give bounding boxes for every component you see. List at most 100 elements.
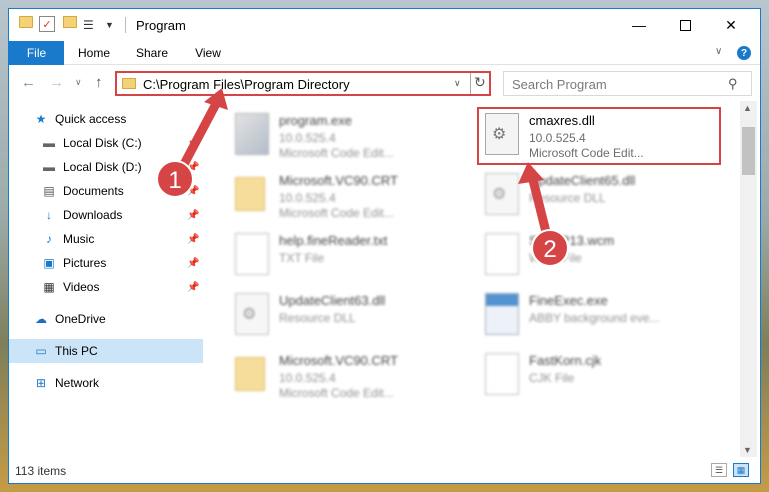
network-icon: ⊞ — [35, 376, 47, 390]
address-bar[interactable]: C:\Program Files\Program Directory ∨ ↻ — [115, 71, 491, 96]
up-arrow-icon[interactable]: ↑ — [95, 74, 103, 91]
search-placeholder: Search Program — [512, 77, 607, 92]
sidebar-item-network[interactable]: ⊞ Network — [9, 371, 203, 395]
file-item[interactable]: Microsoft.VC90.CRT 10.0.525.4 Microsoft … — [227, 347, 477, 403]
new-folder-icon[interactable] — [63, 16, 77, 28]
minimize-button[interactable]: — — [616, 9, 662, 41]
sidebar-item-music[interactable]: ♪ Music 📌 — [9, 227, 203, 251]
navigation-bar: ← → ∨ ↑ C:\Program Files\Program Directo… — [9, 66, 760, 100]
file-name: UpdateClient65.dll — [529, 173, 636, 188]
scroll-down-icon[interactable]: ▼ — [743, 445, 752, 455]
folder-icon — [235, 177, 265, 211]
file-detail: Microsoft Code Edit... — [279, 206, 394, 220]
sidebar-item-videos[interactable]: ▦ Videos 📌 — [9, 275, 203, 299]
sidebar-item-quick-access[interactable]: ★ Quick access — [9, 107, 203, 131]
pictures-icon: ▣ — [43, 256, 55, 270]
navigation-pane: ★ Quick access ▬ Local Disk (C:) 📌 ▬ Loc… — [9, 101, 205, 457]
forward-arrow-icon[interactable]: → — [49, 74, 64, 91]
file-name: SWMP13.wcm — [529, 233, 615, 248]
scroll-thumb[interactable] — [742, 127, 755, 175]
file-name: Microsoft.VC90.CRT — [279, 353, 398, 368]
address-dropdown-icon[interactable]: ∨ — [454, 78, 461, 89]
sidebar-item-label: OneDrive — [55, 312, 106, 326]
file-item[interactable]: FastKorn.cjk CJK File — [477, 347, 727, 403]
quick-access-dropdown-icon[interactable]: ▼ — [105, 16, 115, 34]
refresh-icon[interactable]: ↻ — [474, 74, 486, 91]
ribbon-tabs: File Home Share View ∨ ? — [9, 41, 760, 65]
drive-icon: ▬ — [43, 160, 55, 174]
highlight-box — [477, 107, 721, 165]
customize-icon[interactable]: ☰ — [83, 16, 103, 34]
file-detail: Resource DLL — [279, 311, 356, 325]
details-view-icon[interactable]: ☰ — [711, 463, 727, 477]
search-icon[interactable]: ⚲ — [728, 76, 738, 92]
explorer-window: ✓ ☰ ▼ Program — ✕ File Home Share View ∨… — [8, 8, 761, 484]
sidebar-item-label: Documents — [63, 184, 124, 198]
sidebar-item-label: This PC — [55, 344, 98, 358]
file-item[interactable]: help.fineReader.txt TXT File — [227, 227, 477, 283]
file-detail: 10.0.525.4 — [279, 191, 336, 205]
sidebar-item-label: Downloads — [63, 208, 123, 222]
folder-icon[interactable] — [19, 16, 33, 28]
file-name: FastKorn.cjk — [529, 353, 602, 368]
exe-icon — [235, 113, 269, 155]
pin-icon: 📌 — [187, 281, 200, 293]
text-file-icon — [235, 233, 269, 275]
maximize-button[interactable] — [662, 9, 708, 41]
address-separator — [470, 73, 471, 94]
item-count: 113 items — [15, 464, 67, 478]
tiles-view-icon[interactable]: ▦ — [733, 463, 749, 477]
sidebar-item-label: Music — [63, 232, 95, 246]
sidebar-item-local-disk-d[interactable]: ▬ Local Disk (D:) 📌 — [9, 155, 203, 179]
ribbon-expand-icon[interactable]: ∨ — [715, 46, 722, 57]
tab-share[interactable]: Share — [127, 41, 177, 65]
window-title: Program — [136, 18, 186, 33]
sidebar-item-documents[interactable]: ▤ Documents 📌 — [9, 179, 203, 203]
search-input[interactable]: Search Program ⚲ — [503, 71, 752, 96]
sidebar-item-onedrive[interactable]: ☁ OneDrive — [9, 307, 203, 331]
maximize-icon — [679, 19, 691, 31]
tab-view[interactable]: View — [183, 41, 233, 65]
documents-icon: ▤ — [43, 184, 55, 198]
file-name: Microsoft.VC90.CRT — [279, 173, 398, 188]
sidebar-item-pictures[interactable]: ▣ Pictures 📌 — [9, 251, 203, 275]
sidebar-item-this-pc[interactable]: ▭ This PC — [9, 339, 203, 363]
sidebar-item-label: Videos — [63, 280, 100, 294]
file-name: help.fineReader.txt — [279, 233, 388, 248]
back-arrow-icon[interactable]: ← — [21, 74, 36, 91]
scroll-up-icon[interactable]: ▲ — [743, 103, 752, 113]
pin-icon: 📌 — [187, 257, 200, 269]
file-icon — [485, 353, 519, 395]
file-name: UpdateClient63.dll — [279, 293, 386, 308]
address-path[interactable]: C:\Program Files\Program Directory — [143, 77, 350, 92]
tab-home[interactable]: Home — [69, 41, 119, 65]
tab-file[interactable]: File — [9, 41, 64, 65]
file-detail: 10.0.525.4 — [279, 371, 336, 385]
sidebar-item-label: Network — [55, 376, 100, 390]
file-item[interactable]: program.exe 10.0.525.4 Microsoft Code Ed… — [227, 107, 477, 163]
sidebar-item-local-disk-c[interactable]: ▬ Local Disk (C:) 📌 — [9, 131, 203, 155]
close-button[interactable]: ✕ — [708, 9, 754, 41]
sidebar-item-label: Quick access — [55, 112, 127, 126]
address-folder-icon — [122, 78, 136, 89]
file-detail: Microsoft Code Edit... — [279, 146, 394, 160]
file-item[interactable]: Microsoft.VC90.CRT 10.0.525.4 Microsoft … — [227, 167, 477, 223]
file-item[interactable]: ⚙ UpdateClient65.dll Resource DLL — [477, 167, 727, 223]
recent-locations-icon[interactable]: ∨ — [75, 77, 82, 88]
title-bar: ✓ ☰ ▼ Program — ✕ — [9, 9, 760, 41]
onedrive-icon: ☁ — [35, 312, 47, 326]
pin-icon: 📌 — [187, 161, 200, 173]
sidebar-item-downloads[interactable]: ↓ Downloads 📌 — [9, 203, 203, 227]
file-detail: ABBY background eve... — [529, 311, 660, 325]
file-item[interactable]: SWMP13.wcm WCM File — [477, 227, 727, 283]
sidebar-item-label: Local Disk (C:) — [63, 136, 142, 150]
videos-icon: ▦ — [43, 280, 55, 294]
file-item[interactable]: ⚙ UpdateClient63.dll Resource DLL — [227, 287, 477, 343]
file-item[interactable]: FineExec.exe ABBY background eve... — [477, 287, 727, 343]
sidebar-item-label: Local Disk (D:) — [63, 160, 142, 174]
file-name: FineExec.exe — [529, 293, 608, 308]
properties-check-icon[interactable]: ✓ — [39, 16, 55, 32]
pin-icon: 📌 — [187, 185, 200, 197]
help-icon[interactable]: ? — [737, 46, 751, 60]
vertical-scrollbar[interactable]: ▲ ▼ — [740, 101, 757, 457]
